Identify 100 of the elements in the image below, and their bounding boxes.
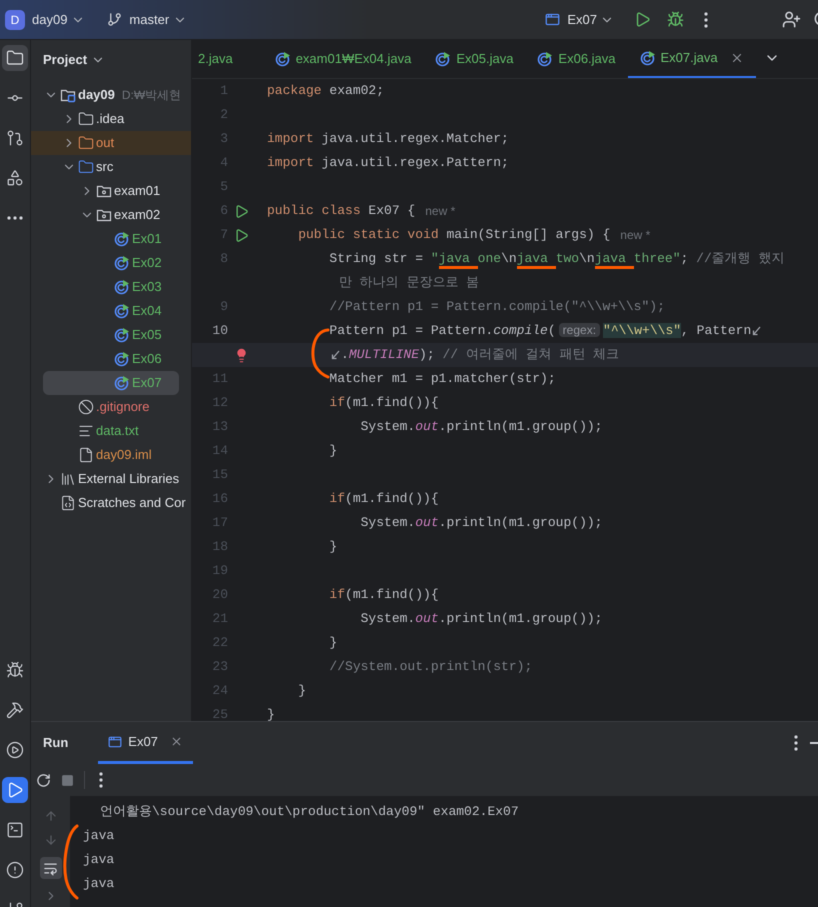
tree-item[interactable]: exam02 — [31, 203, 191, 227]
inlay-hint: new * — [425, 203, 456, 220]
stop-icon[interactable] — [61, 774, 74, 786]
more-icon[interactable] — [99, 772, 103, 788]
run-config-name: Ex07 — [567, 10, 597, 29]
window-icon — [545, 12, 560, 27]
run-icon[interactable] — [634, 11, 651, 28]
tree-item[interactable]: Ex03 — [31, 275, 191, 299]
tree-item[interactable]: Ex01 — [31, 227, 191, 251]
code-line: if(m1.find()){ — [328, 490, 439, 508]
class-icon — [114, 279, 130, 295]
editor-tab[interactable]: Ex06.java — [525, 40, 628, 78]
code-line: } — [328, 442, 338, 460]
class-icon — [114, 303, 130, 319]
rerun-icon[interactable] — [36, 772, 51, 788]
line-number: 10 — [212, 323, 228, 338]
folder-tool-button[interactable] — [2, 45, 28, 71]
item-label: Ex04 — [132, 302, 162, 320]
inlay-hint: new * — [620, 227, 650, 244]
code-line: Matcher m1 = p1.matcher(str); — [328, 370, 556, 388]
more-icon[interactable] — [704, 12, 708, 28]
panel-title[interactable]: Project — [43, 50, 88, 70]
file-icon — [78, 447, 94, 463]
console-output-line: 언어활용\source\day09\out\production\day09" exam02.Ex07 — [100, 803, 519, 822]
tree-item[interactable]: Scratches and Cor — [31, 491, 191, 515]
item-label: .idea — [96, 110, 124, 128]
editor-tab[interactable]: Ex05.java — [423, 40, 526, 78]
item-label: Ex02 — [132, 254, 162, 272]
code-line: import java.util.regex.Pattern; — [267, 154, 509, 172]
branch-widget[interactable]: master — [107, 10, 188, 30]
pull-request-icon — [6, 129, 24, 147]
tree-item[interactable]: data.txt — [31, 419, 191, 443]
tree-item[interactable]: day09.iml — [31, 443, 191, 467]
editor-tab[interactable]: exam01₩Ex04.java — [262, 40, 424, 78]
item-label: out — [96, 134, 114, 152]
editor-tab[interactable]: 2.java — [192, 40, 263, 78]
run-config-widget[interactable]: Ex07 — [545, 10, 614, 30]
tree-item[interactable]: External Libraries — [31, 467, 191, 491]
tree-item[interactable]: Ex04 — [31, 299, 191, 323]
panel-title: Run — [43, 734, 68, 752]
tree-item[interactable]: exam01 — [31, 179, 191, 203]
item-label: src — [96, 158, 114, 176]
add-user-icon[interactable] — [782, 10, 801, 29]
item-label: Ex01 — [132, 230, 162, 248]
code-line: package exam02; — [267, 82, 384, 100]
console-output-line: java — [83, 827, 114, 846]
item-path: D:₩박세현 — [122, 87, 182, 104]
code-line: public class Ex07 { — [267, 202, 416, 220]
item-label: Ex05 — [132, 326, 162, 344]
tree-item[interactable]: out — [31, 131, 191, 155]
project-widget[interactable]: D day09 — [5, 10, 86, 30]
item-label: exam01 — [114, 182, 160, 200]
project-avatar: D — [5, 10, 25, 30]
folder-icon — [78, 111, 94, 127]
code-line: } — [267, 706, 275, 721]
tree-item[interactable]: src — [31, 155, 191, 179]
item-label: Ex07 — [132, 374, 162, 392]
more-icon[interactable] — [794, 735, 798, 751]
package-icon — [96, 183, 112, 199]
tree-item[interactable]: .gitignore — [31, 395, 191, 419]
run-gutter-icon[interactable] — [234, 228, 249, 242]
code-line: } — [328, 538, 338, 556]
class-icon — [114, 375, 130, 391]
branch-icon — [107, 12, 122, 27]
code-line: Pattern p1 = Pattern.compile( regex: "^\\w+\\s", Pattern — [328, 322, 752, 340]
folder-icon — [78, 159, 94, 175]
code-line: .MULTILINE); // 여러줄에 걸쳐 패턴 체크 — [341, 346, 620, 364]
code-line: } — [297, 682, 306, 700]
wrap-text-icon — [43, 860, 58, 876]
hammer-icon — [6, 701, 24, 719]
play-circle-icon — [6, 741, 24, 759]
folder-icon — [6, 49, 24, 67]
package-icon — [96, 207, 112, 223]
soft-wrap-button[interactable] — [40, 857, 62, 879]
class-icon — [114, 327, 130, 343]
tree-item[interactable]: Ex06 — [31, 347, 191, 371]
project-name: day09 — [32, 10, 68, 29]
tree-item[interactable]: Ex02 — [31, 251, 191, 275]
alert-icon — [6, 861, 24, 879]
tree-item[interactable]: .idea — [31, 107, 191, 131]
code-line: if(m1.find()){ — [328, 586, 439, 604]
play-tool-button[interactable] — [2, 777, 28, 803]
tree-item[interactable]: Ex07 — [43, 371, 179, 395]
item-label: data.txt — [96, 422, 139, 440]
code-line: String str = "java one\njava two\njava three"; //줄개행 했지 — [267, 249, 785, 269]
folder-icon — [78, 135, 94, 151]
run-gutter-icon[interactable] — [234, 204, 249, 218]
code-line: System.out.println(m1.group()); — [360, 514, 602, 532]
window-icon — [108, 734, 122, 748]
tree-item[interactable]: Ex05 — [31, 323, 191, 347]
more-icon — [7, 216, 23, 220]
bug-icon[interactable] — [667, 11, 684, 28]
tree-item[interactable]: day09 D:₩박세현 — [31, 83, 191, 107]
editor-tab[interactable]: Ex07.java — [628, 40, 756, 78]
close-icon[interactable] — [170, 735, 183, 748]
module-folder-icon — [60, 87, 76, 103]
class-icon — [435, 50, 452, 66]
class-icon — [114, 231, 130, 247]
item-label: External Libraries — [78, 470, 180, 488]
code-line: 만 하나의 문장으로 봄 — [338, 274, 480, 292]
